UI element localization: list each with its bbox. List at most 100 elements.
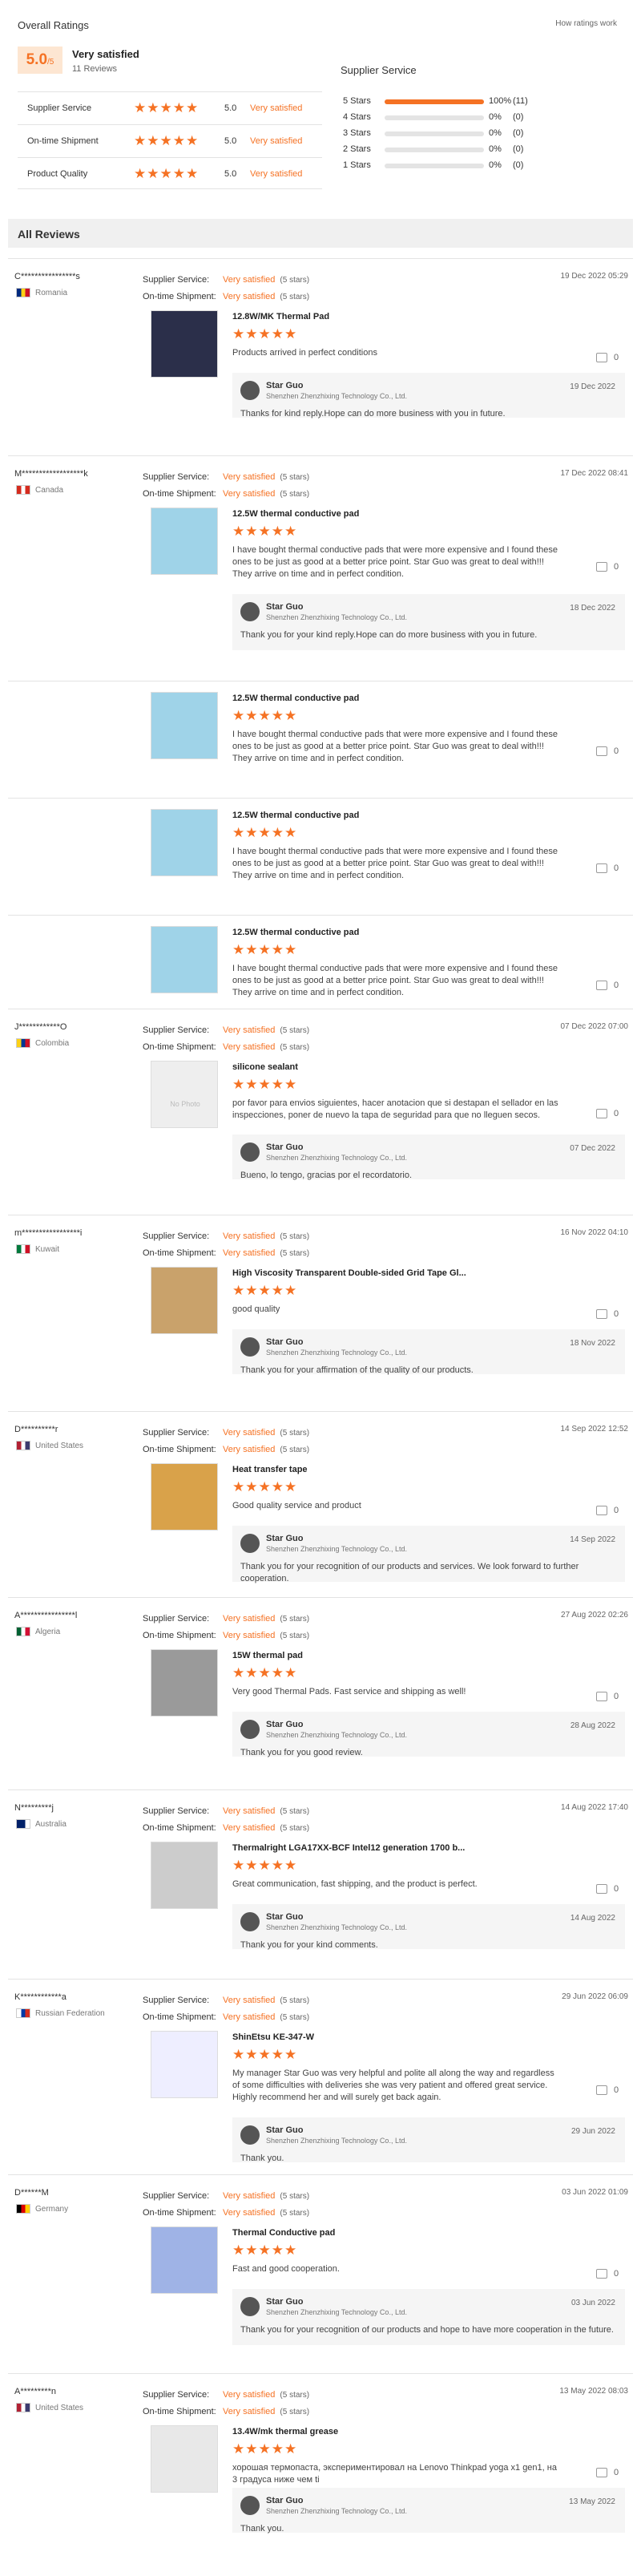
review-text: I have bought thermal conductive pads th…	[232, 730, 558, 763]
meta-stars: (5 stars)	[280, 1615, 310, 1624]
product-review: Heat transfer tape ★★★★★ Good quality serv…	[143, 1463, 625, 1601]
review-item: A****************l Algeria Supplier Servic…	[8, 1597, 633, 1789]
product-name[interactable]: 12.5W thermal conductive pad	[232, 694, 359, 703]
seller-reply: Star Guo Shenzhen Zhenzhixing Technology …	[232, 1904, 625, 1950]
breakdown-bar	[385, 115, 484, 120]
product-image[interactable]: No Photo	[151, 1061, 218, 1128]
how-ratings-work-link[interactable]: How ratings work	[555, 19, 617, 28]
product-image[interactable]	[151, 926, 218, 993]
review-date: 19 Dec 2022 05:29	[560, 272, 628, 281]
product-image[interactable]	[151, 1649, 218, 1717]
rating-score: 5.0	[224, 169, 237, 179]
product-name[interactable]: 12.5W thermal conductive pad	[232, 811, 359, 820]
helpful-button[interactable]: 0	[596, 981, 619, 991]
seller-name: Star Guo	[266, 1720, 304, 1729]
helpful-button[interactable]: 0	[596, 353, 619, 363]
helpful-button[interactable]: 0	[596, 1309, 619, 1320]
product-name[interactable]: 15W thermal pad	[232, 1651, 303, 1660]
meta-value: Very satisfied	[223, 1025, 276, 1035]
review-text: por favor para envios siguientes, hacer …	[232, 1098, 558, 1120]
helpful-button[interactable]: 0	[596, 2269, 619, 2279]
review-text: хорошая термопаста, экспериментировал на…	[232, 2463, 557, 2485]
meta-label: Supplier Service:	[143, 2191, 210, 2201]
product-image[interactable]	[151, 809, 218, 876]
breakdown-bar	[385, 99, 484, 104]
meta-label: Supplier Service:	[143, 472, 210, 482]
product-image[interactable]	[151, 310, 218, 378]
product-divider	[8, 915, 633, 916]
meta-value: Very satisfied	[223, 2208, 276, 2218]
breakdown-label: 3 Stars	[343, 128, 371, 138]
reply-date: 14 Sep 2022	[570, 1535, 615, 1544]
helpful-button[interactable]: 0	[596, 1506, 619, 1516]
product-name[interactable]: Heat transfer tape	[232, 1465, 308, 1474]
meta-stars: (5 stars)	[280, 1026, 310, 1035]
thumbs-up-icon	[596, 981, 607, 991]
seller-company: Shenzhen Zhenzhixing Technology Co., Ltd…	[266, 392, 407, 400]
helpful-button[interactable]: 0	[596, 1109, 619, 1119]
product-name[interactable]: Thermalright LGA17XX-BCF Intel12 generat…	[232, 1843, 465, 1853]
review-text: Fast and good cooperation.	[232, 2264, 340, 2274]
meta-stars: (5 stars)	[280, 293, 310, 301]
helpful-button[interactable]: 0	[596, 562, 619, 572]
country-flag-icon	[16, 2403, 30, 2412]
product-name[interactable]: 12.8W/MK Thermal Pad	[232, 312, 329, 321]
review-date: 14 Aug 2022 17:40	[561, 1803, 628, 1812]
meta-label: On-time Shipment:	[143, 1823, 216, 1833]
supplier-service-line: Supplier Service: Very satisfied (5 stars)	[143, 1992, 309, 2009]
reply-date: 07 Dec 2022	[570, 1144, 615, 1153]
reviewer-name: A*********n	[14, 2387, 56, 2396]
product-name[interactable]: Thermal Conductive pad	[232, 2228, 335, 2238]
seller-reply: Star Guo Shenzhen Zhenzhixing Technology …	[232, 2488, 625, 2534]
review-date: 27 Aug 2022 02:26	[561, 1611, 628, 1620]
meta-label: On-time Shipment:	[143, 2208, 216, 2218]
review-item: M******************k Canada Supplier Servi…	[8, 455, 633, 1009]
supplier-service-line: Supplier Service: Very satisfied (5 stars)	[143, 1425, 309, 1442]
meta-value: Very satisfied	[223, 489, 276, 499]
product-name[interactable]: ShinEtsu KE-347-W	[232, 2032, 314, 2042]
meta-value: Very satisfied	[223, 1428, 276, 1438]
country-flag-icon	[16, 485, 30, 495]
helpful-count: 0	[614, 1309, 619, 1319]
meta-stars: (5 stars)	[280, 1043, 310, 1052]
product-name[interactable]: silicone sealant	[232, 1062, 298, 1072]
thumbs-up-icon	[596, 1692, 607, 1702]
product-image[interactable]	[151, 1463, 218, 1531]
helpful-button[interactable]: 0	[596, 1692, 619, 1702]
product-image[interactable]	[151, 1842, 218, 1909]
helpful-button[interactable]: 0	[596, 1884, 619, 1895]
reply-date: 19 Dec 2022	[570, 382, 615, 391]
product-star-rating: ★★★★★	[232, 2242, 298, 2258]
product-name[interactable]: 12.5W thermal conductive pad	[232, 928, 359, 937]
seller-company: Shenzhen Zhenzhixing Technology Co., Ltd…	[266, 1154, 407, 1162]
product-image[interactable]	[151, 2226, 218, 2294]
seller-name: Star Guo	[266, 2125, 304, 2135]
seller-company: Shenzhen Zhenzhixing Technology Co., Ltd…	[266, 613, 407, 621]
product-image[interactable]	[151, 2425, 218, 2493]
seller-avatar	[240, 2496, 260, 2515]
product-image[interactable]	[151, 508, 218, 575]
reviewer-name: D**********r	[14, 1425, 58, 1434]
helpful-count: 0	[614, 562, 619, 572]
breakdown-count: (11)	[513, 96, 528, 106]
product-review: 12.5W thermal conductive pad ★★★★★ I have …	[143, 692, 623, 787]
supplier-service-line: Supplier Service: Very satisfied (5 stars)	[143, 1022, 309, 1039]
product-name[interactable]: 12.5W thermal conductive pad	[232, 509, 359, 519]
product-name[interactable]: High Viscosity Transparent Double-sided …	[232, 1268, 466, 1278]
helpful-button[interactable]: 0	[596, 2468, 619, 2478]
review-text: good quality	[232, 1304, 280, 1314]
product-image[interactable]	[151, 1267, 218, 1334]
product-name[interactable]: 13.4W/mk thermal grease	[232, 2427, 338, 2436]
country-flag-icon	[16, 1627, 30, 1636]
product-image[interactable]	[151, 692, 218, 759]
thumbs-up-icon	[596, 353, 607, 363]
seller-reply: Star Guo Shenzhen Zhenzhixing Technology …	[232, 2117, 625, 2163]
helpful-button[interactable]: 0	[596, 863, 619, 874]
helpful-button[interactable]: 0	[596, 2085, 619, 2096]
review-text: I have bought thermal conductive pads th…	[232, 964, 558, 997]
product-star-rating: ★★★★★	[232, 2047, 298, 2062]
product-image[interactable]	[151, 2031, 218, 2098]
reviewer-name: C****************s	[14, 272, 80, 281]
helpful-button[interactable]: 0	[596, 746, 619, 757]
product-star-rating: ★★★★★	[232, 825, 298, 840]
